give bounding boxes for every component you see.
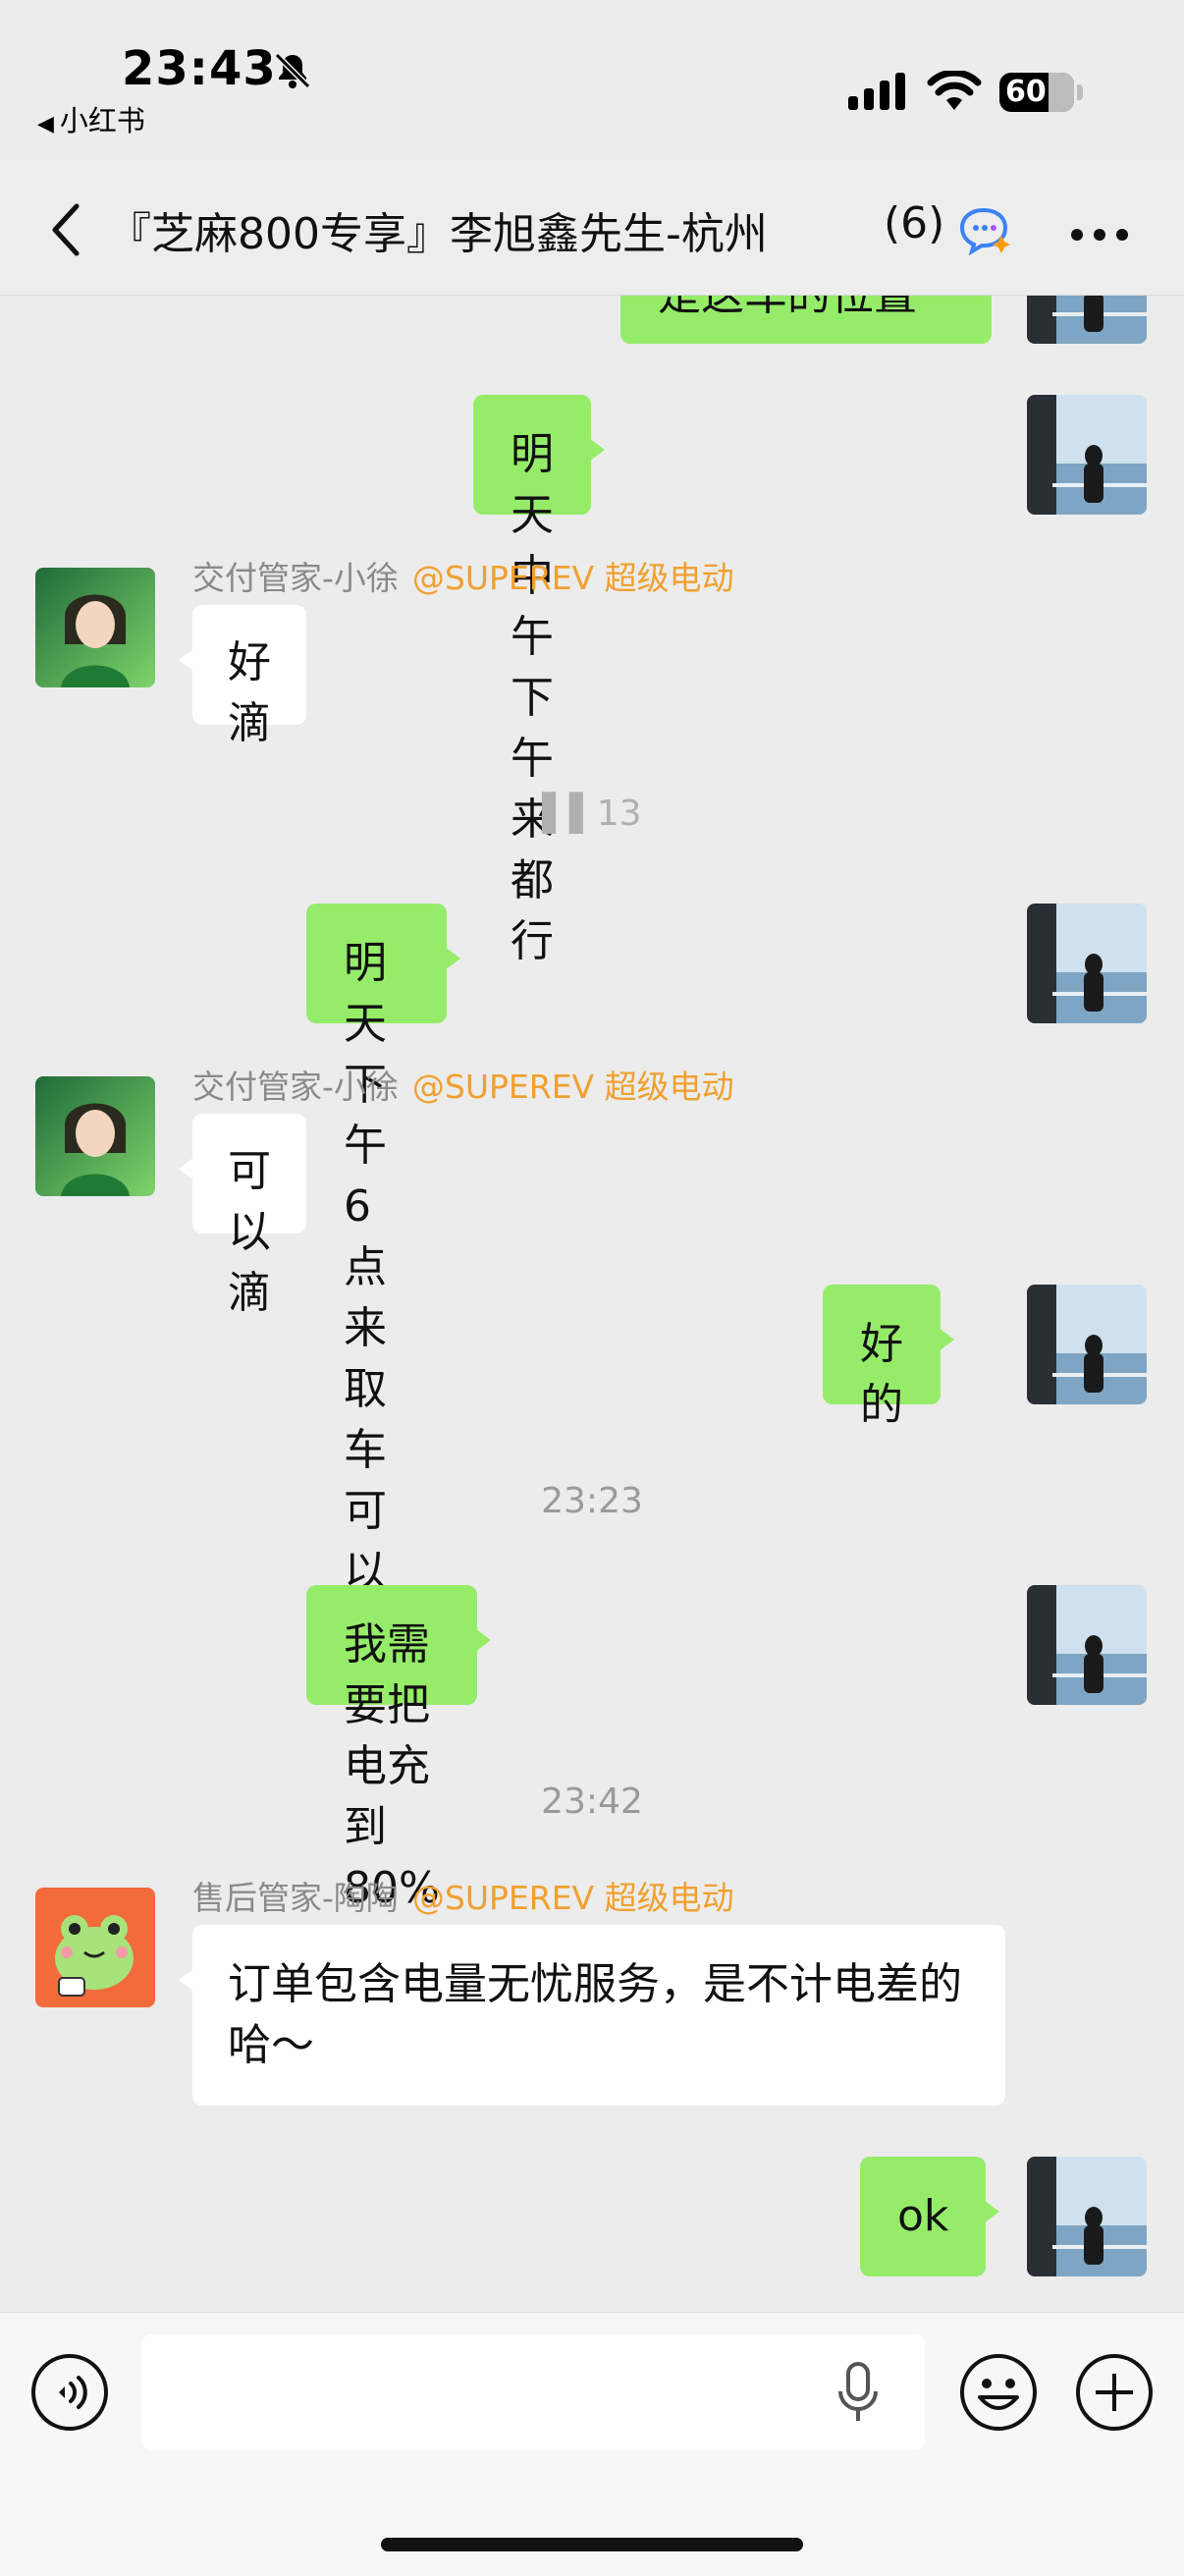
timestamp: 23:23 bbox=[541, 1481, 643, 1521]
bell-slash-icon bbox=[274, 52, 311, 89]
battery-icon: 60 bbox=[999, 73, 1074, 112]
microphone-icon[interactable] bbox=[836, 2362, 880, 2425]
signal-icon bbox=[848, 73, 905, 110]
chat-header: 『芝麻800专享』李旭鑫先生-杭州 (6) bbox=[0, 157, 1184, 296]
message-bubble[interactable]: 明天下午 6 点来取车可以吗? bbox=[306, 904, 461, 1658]
my-avatar[interactable] bbox=[1027, 904, 1147, 1023]
chat-messages[interactable]: 是这车的位置 明天中午下午来都行 交付管家-小徐 @SUPEREV 超级电动 好滴 bbox=[0, 295, 1184, 2312]
status-bar: 23:43 ◀ 小红书 60 bbox=[0, 0, 1184, 147]
back-app-label: 小红书 bbox=[59, 104, 145, 137]
wifi-icon bbox=[927, 71, 982, 110]
member-count: (6) bbox=[884, 198, 945, 248]
message-bubble[interactable]: 好滴 bbox=[179, 605, 306, 748]
status-time: 23:43 bbox=[122, 41, 277, 96]
message-bubble[interactable]: 是这车的位置 bbox=[620, 295, 992, 344]
recalled-notice: ▌▌13 bbox=[542, 794, 642, 834]
agent-avatar-xiaoxu[interactable] bbox=[35, 1076, 155, 1196]
my-avatar[interactable] bbox=[1027, 1285, 1147, 1404]
back-triangle-icon: ◀ bbox=[37, 112, 54, 137]
voice-icon[interactable] bbox=[29, 2352, 110, 2433]
emoji-icon[interactable] bbox=[958, 2352, 1039, 2433]
my-avatar[interactable] bbox=[1027, 2157, 1147, 2276]
message-bubble[interactable]: 订单包含电量无忧服务，是不计电差的哈～ bbox=[179, 1925, 1005, 2106]
battery-level: 60 bbox=[1005, 75, 1047, 109]
agent-avatar-taotao[interactable] bbox=[35, 1888, 155, 2007]
message-bubble[interactable]: ok bbox=[860, 2157, 1000, 2276]
message-bubble[interactable]: 明天中午下午来都行 bbox=[473, 395, 605, 966]
message-bubble[interactable]: 我需要把电充到 80% 以上吗 bbox=[306, 1585, 491, 2035]
chat-title: 『芝麻800专享』李旭鑫先生-杭州 bbox=[108, 209, 768, 259]
message-bubble[interactable]: 好的 bbox=[823, 1285, 954, 1430]
back-chevron-icon[interactable] bbox=[45, 200, 84, 259]
my-avatar[interactable] bbox=[1027, 395, 1147, 515]
more-icon[interactable] bbox=[1070, 228, 1129, 242]
sender-name: 交付管家-小徐 @SUPEREV 超级电动 bbox=[192, 1068, 734, 1106]
input-bar bbox=[0, 2312, 1184, 2576]
my-avatar[interactable] bbox=[1027, 1585, 1147, 1705]
sender-name: 售后管家-陶陶 @SUPEREV 超级电动 bbox=[192, 1879, 734, 1917]
message-bubble[interactable]: 可以滴 bbox=[179, 1114, 306, 1318]
back-to-app-link[interactable]: ◀ 小红书 bbox=[37, 98, 145, 139]
plus-icon[interactable] bbox=[1074, 2352, 1155, 2433]
agent-avatar-xiaoxu[interactable] bbox=[35, 568, 155, 687]
message-input[interactable] bbox=[141, 2334, 925, 2450]
timestamp: 23:42 bbox=[541, 1781, 643, 1822]
home-indicator[interactable] bbox=[381, 2538, 803, 2551]
sender-name: 交付管家-小徐 @SUPEREV 超级电动 bbox=[192, 559, 734, 597]
my-avatar[interactable] bbox=[1027, 295, 1147, 344]
chat-ai-icon[interactable] bbox=[958, 206, 1011, 255]
